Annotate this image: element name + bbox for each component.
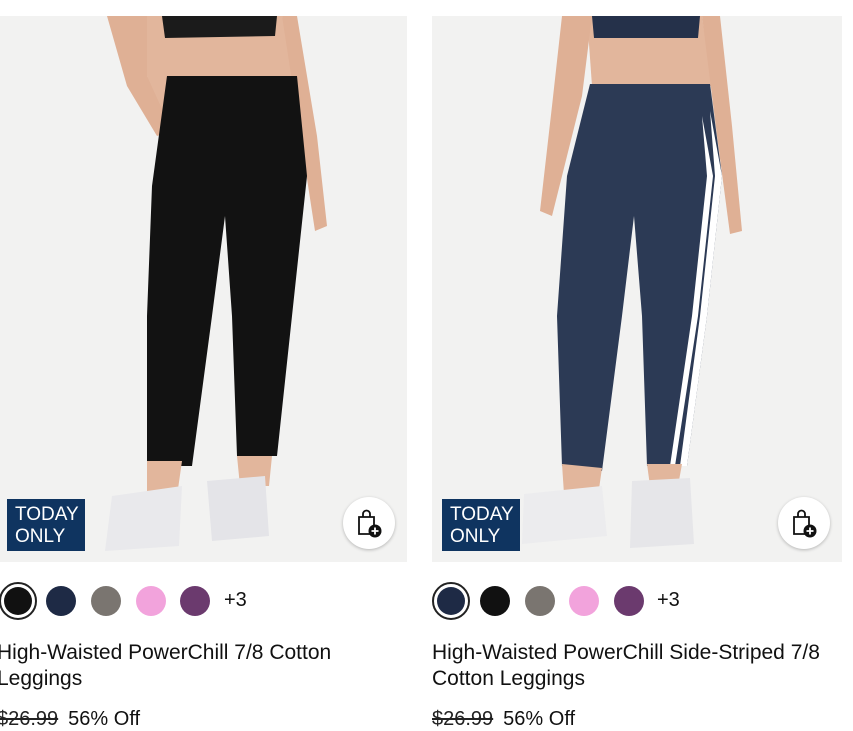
more-colors-link[interactable]: +3 — [224, 589, 247, 612]
add-to-bag-button[interactable] — [778, 497, 830, 549]
swatch-purple[interactable] — [180, 586, 210, 616]
shopping-bag-plus-icon — [793, 509, 817, 538]
more-colors-link[interactable]: +3 — [657, 589, 680, 612]
color-swatches: +3 — [0, 582, 407, 622]
badge-line-2: ONLY — [450, 526, 501, 547]
swatch-navy[interactable] — [46, 586, 76, 616]
color-swatches: +3 — [432, 582, 842, 622]
swatch-gray[interactable] — [91, 586, 121, 616]
product-image[interactable]: TODAY ONLY — [0, 16, 407, 562]
price-row: $26.99 56% Off — [0, 708, 140, 731]
swatch-purple[interactable] — [614, 586, 644, 616]
product-title[interactable]: High-Waisted PowerChill 7/8 Cotton Leggi… — [0, 640, 407, 692]
discount-label: 56% Off — [68, 708, 141, 730]
product-card-2[interactable]: TODAY ONLY +3 High-Waisted PowerChill Si… — [432, 16, 842, 730]
today-only-badge: TODAY ONLY — [7, 499, 85, 551]
product-title[interactable]: High-Waisted PowerChill Side-Striped 7/8… — [432, 640, 842, 692]
swatch-pink[interactable] — [569, 586, 599, 616]
swatch-gray[interactable] — [525, 586, 555, 616]
swatch-black[interactable] — [480, 586, 510, 616]
original-price: $26.99 — [432, 708, 494, 730]
product-card-1[interactable]: TODAY ONLY +3 High-Waisted PowerChill 7/… — [0, 16, 407, 730]
swatch-pink[interactable] — [136, 586, 166, 616]
add-to-bag-button[interactable] — [343, 497, 395, 549]
shopping-bag-plus-icon — [358, 509, 382, 538]
badge-line-1: TODAY — [450, 504, 514, 525]
badge-line-1: TODAY — [15, 504, 79, 525]
badge-line-2: ONLY — [15, 526, 66, 547]
product-image[interactable]: TODAY ONLY — [432, 16, 842, 562]
discount-label: 56% Off — [503, 708, 576, 730]
original-price: $26.99 — [0, 708, 59, 730]
swatch-navy[interactable] — [432, 582, 470, 620]
swatch-black[interactable] — [0, 582, 37, 620]
today-only-badge: TODAY ONLY — [442, 499, 520, 551]
price-row: $26.99 56% Off — [432, 708, 575, 731]
